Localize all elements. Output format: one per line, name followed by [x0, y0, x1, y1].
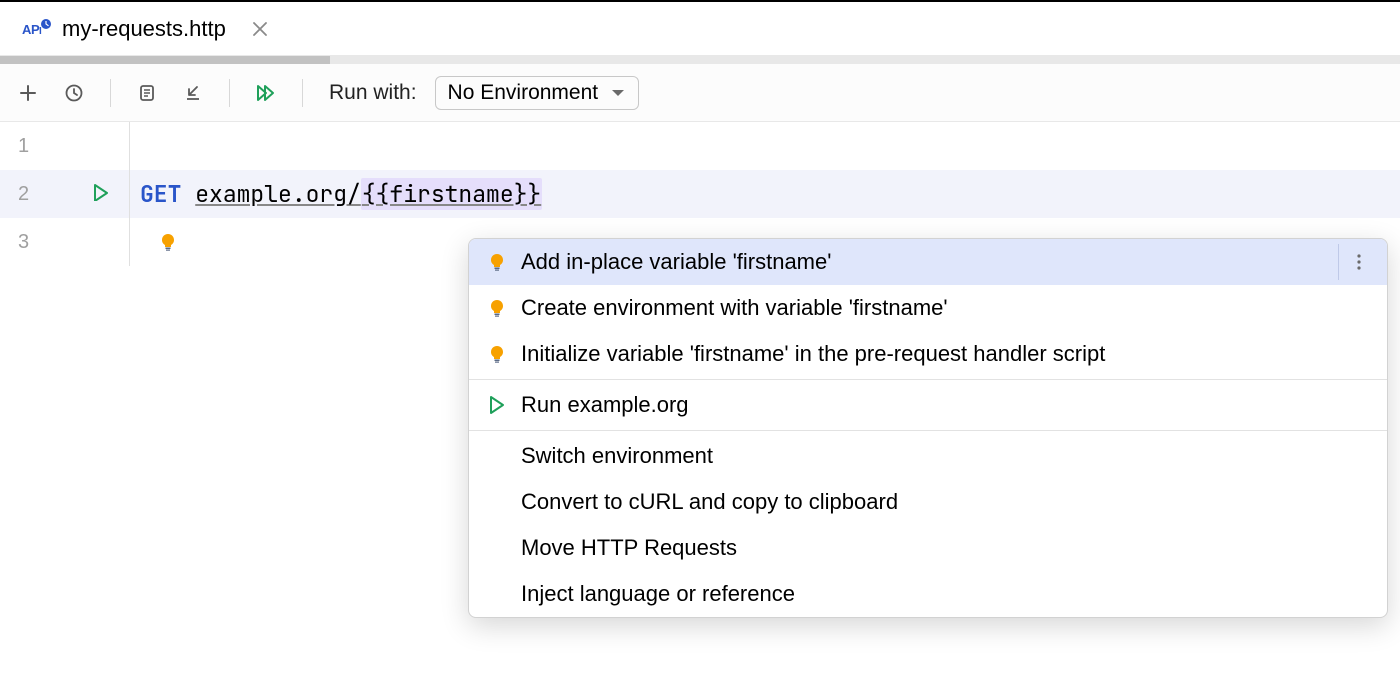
- tab-bar: my-requests.http: [0, 2, 1400, 56]
- gutter-row: 1: [0, 122, 129, 170]
- code-line[interactable]: GET example.org/{{firstname}}: [130, 170, 1400, 218]
- gutter: 1 2 3: [0, 122, 130, 266]
- intention-inject-language[interactable]: Inject language or reference: [469, 571, 1387, 617]
- intention-label: Create environment with variable 'firstn…: [521, 295, 948, 321]
- intention-label: Convert to cURL and copy to clipboard: [521, 489, 898, 515]
- template-variable: {{firstname}}: [361, 178, 542, 210]
- intention-label: Inject language or reference: [521, 581, 795, 607]
- intention-switch-env[interactable]: Switch environment: [469, 433, 1387, 479]
- intention-label: Add in-place variable 'firstname': [521, 249, 831, 275]
- import-icon[interactable]: [179, 79, 207, 107]
- gutter-row: 3: [0, 218, 129, 266]
- line-number: 2: [18, 183, 29, 206]
- intention-label: Initialize variable 'firstname' in the p…: [521, 341, 1105, 367]
- http-method: GET: [140, 179, 181, 209]
- examples-icon[interactable]: [133, 79, 161, 107]
- tab-filename: my-requests.http: [62, 16, 226, 42]
- chevron-down-icon: [610, 85, 626, 101]
- intention-label: Switch environment: [521, 443, 713, 469]
- intention-run-request[interactable]: Run example.org: [469, 382, 1387, 428]
- separator: [469, 379, 1387, 380]
- gutter-row: 2: [0, 170, 129, 218]
- separator: [469, 430, 1387, 431]
- http-toolbar: Run with: No Environment: [0, 64, 1400, 122]
- line-number: 1: [18, 135, 29, 158]
- intention-init-pre-request[interactable]: Initialize variable 'firstname' in the p…: [469, 331, 1387, 377]
- bulb-icon: [158, 232, 178, 252]
- environment-dropdown[interactable]: No Environment: [435, 76, 640, 110]
- line-number: 3: [18, 231, 29, 254]
- request-url: example.org/{{firstname}}: [195, 179, 542, 209]
- separator: [229, 79, 230, 107]
- separator: [110, 79, 111, 107]
- close-icon[interactable]: [250, 19, 270, 39]
- run-with-label: Run with:: [329, 81, 417, 105]
- scroll-indicator: [0, 56, 1400, 64]
- intention-move-requests[interactable]: Move HTTP Requests: [469, 525, 1387, 571]
- intention-convert-curl[interactable]: Convert to cURL and copy to clipboard: [469, 479, 1387, 525]
- run-gutter-icon[interactable]: [91, 183, 109, 206]
- more-options-icon[interactable]: [1338, 244, 1377, 280]
- file-tab[interactable]: my-requests.http: [12, 16, 280, 42]
- intention-popup: Add in-place variable 'firstname' Create…: [468, 238, 1388, 618]
- run-icon: [487, 395, 507, 415]
- bulb-icon: [487, 298, 507, 318]
- intention-label: Move HTTP Requests: [521, 535, 737, 561]
- bulb-icon: [487, 344, 507, 364]
- run-all-icon[interactable]: [252, 79, 280, 107]
- http-file-icon: [22, 19, 52, 39]
- separator: [302, 79, 303, 107]
- history-icon[interactable]: [60, 79, 88, 107]
- intention-label: Run example.org: [521, 392, 689, 418]
- bulb-icon: [487, 252, 507, 272]
- add-request-icon[interactable]: [14, 79, 42, 107]
- intention-add-in-place[interactable]: Add in-place variable 'firstname': [469, 239, 1387, 285]
- environment-selected: No Environment: [448, 81, 599, 105]
- intention-create-env[interactable]: Create environment with variable 'firstn…: [469, 285, 1387, 331]
